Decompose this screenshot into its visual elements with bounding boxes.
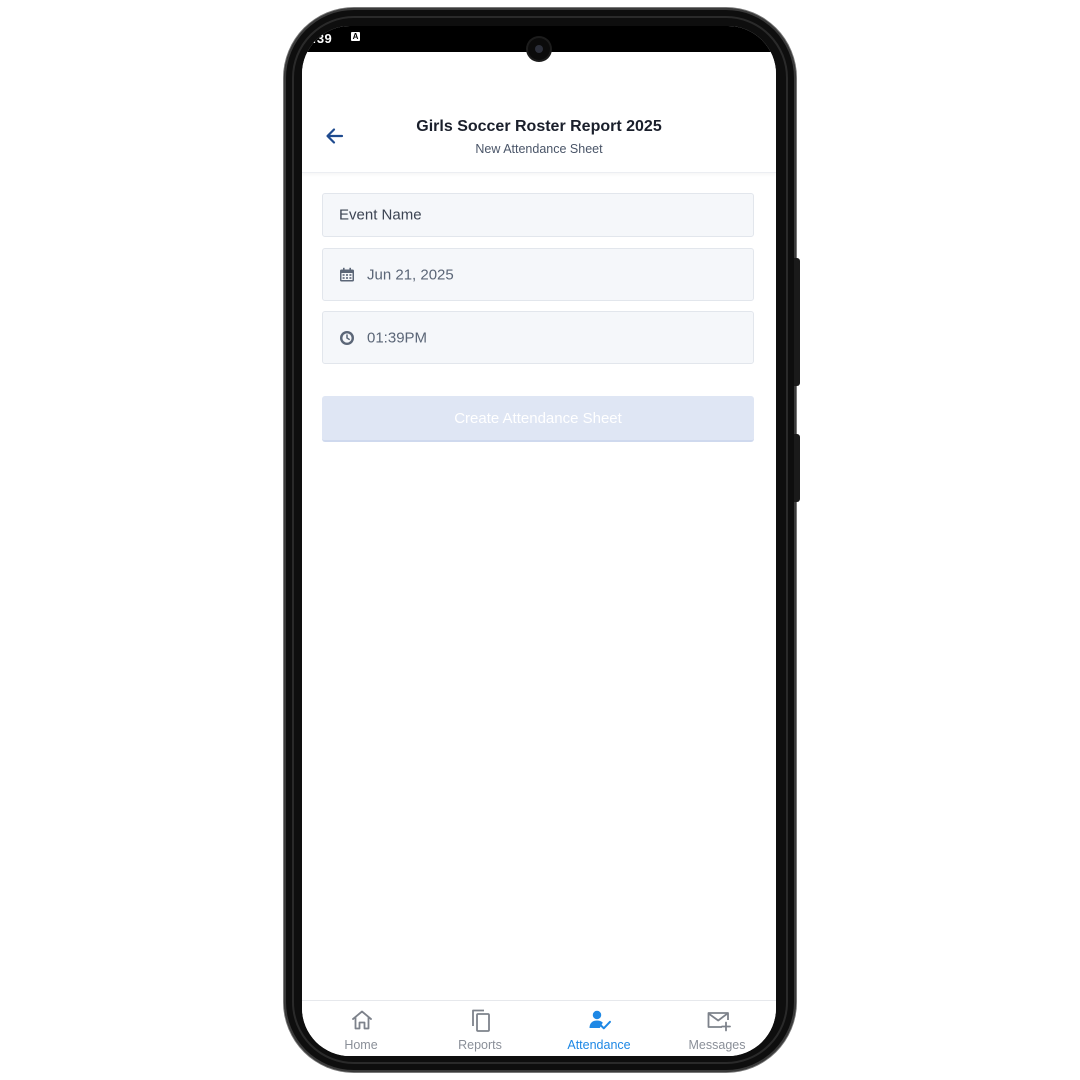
nav-home[interactable]: Home (302, 1001, 420, 1056)
copy-icon (472, 1009, 490, 1032)
nav-messages-label: Messages (688, 1038, 746, 1052)
nav-reports-label: Reports (458, 1038, 502, 1052)
front-camera (528, 38, 550, 60)
nav-reports[interactable]: Reports (421, 1001, 539, 1056)
nav-attendance-label: Attendance (567, 1038, 631, 1052)
date-field[interactable]: Jun 21, 2025 (322, 248, 754, 301)
app-header: Girls Soccer Roster Report 2025 New Atte… (302, 52, 776, 173)
mail-plus-icon (707, 1012, 731, 1032)
event-name-placeholder: Event Name (339, 206, 422, 224)
bottom-navigation: Home Reports Attendance Messages (302, 1000, 776, 1056)
person-check-icon (589, 1010, 611, 1030)
phone-screen: :39 A Girls Soccer Roster Report 2025 Ne… (302, 26, 776, 1056)
home-icon (352, 1010, 372, 1030)
time-field[interactable]: 01:39PM (322, 311, 754, 364)
event-name-field[interactable]: Event Name (322, 193, 754, 237)
notification-icon: A (351, 32, 360, 41)
stage: :39 A Girls Soccer Roster Report 2025 Ne… (0, 0, 1080, 1080)
date-value: Jun 21, 2025 (367, 266, 454, 283)
nav-messages[interactable]: Messages (658, 1001, 776, 1056)
page-subtitle: New Attendance Sheet (475, 142, 603, 156)
power-button (794, 434, 800, 502)
create-attendance-sheet-button[interactable]: Create Attendance Sheet (322, 396, 754, 442)
clock-icon (340, 330, 354, 345)
status-time: :39 (312, 31, 333, 46)
time-value: 01:39PM (367, 329, 428, 346)
calendar-icon (340, 267, 354, 281)
nav-home-label: Home (344, 1038, 378, 1052)
page-title: Girls Soccer Roster Report 2025 (416, 118, 662, 135)
nav-attendance[interactable]: Attendance (540, 1001, 658, 1056)
volume-button (794, 258, 800, 386)
